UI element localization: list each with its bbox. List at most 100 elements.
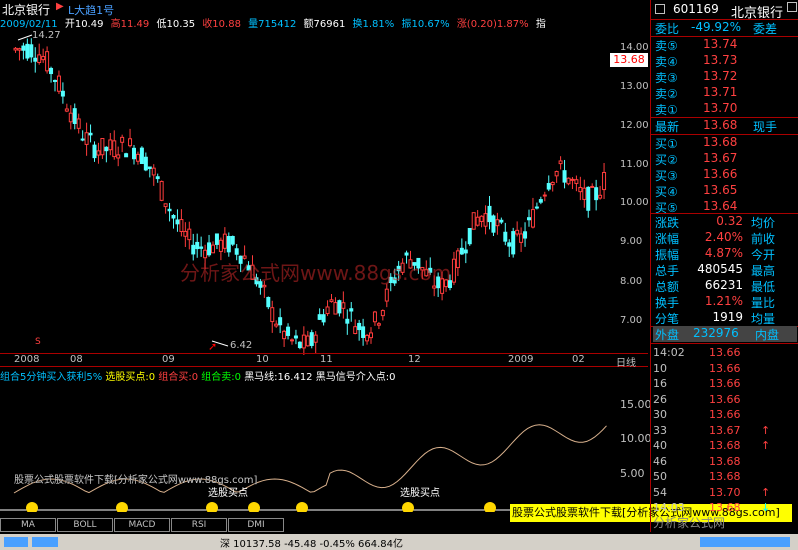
candle-body xyxy=(357,322,362,331)
status-indicator-1 xyxy=(4,537,28,547)
stat-tail: 均价 xyxy=(751,216,776,230)
candle-body xyxy=(598,194,603,199)
candle-body xyxy=(286,326,291,336)
candle-body xyxy=(467,228,472,245)
candle-body xyxy=(88,132,93,136)
smiley-icon xyxy=(26,502,38,512)
weibi-value: -49.92% xyxy=(691,20,742,34)
candle-body xyxy=(459,247,464,255)
candle-body xyxy=(313,334,318,343)
buy-row-label: 买③ xyxy=(655,169,678,183)
candle-body xyxy=(432,285,437,289)
sell-row: 卖④ 13.73 xyxy=(653,53,797,69)
header-volume: 量715412 xyxy=(248,19,297,30)
stat-row-value: 4.87% xyxy=(704,246,743,260)
candle-body xyxy=(523,231,528,239)
stat-row-label: 涨幅 xyxy=(655,232,680,246)
candle-body xyxy=(451,258,456,283)
high-marker-label: 14.27 xyxy=(32,30,61,41)
quote-box-icon[interactable] xyxy=(655,4,665,14)
candle-body xyxy=(120,136,125,143)
candle-body xyxy=(372,311,377,323)
candle-body xyxy=(191,244,196,255)
period-label[interactable]: 日线 xyxy=(616,354,636,369)
candle-body xyxy=(21,45,26,51)
buy-row: 买③ 13.66 xyxy=(653,167,797,183)
candle-body xyxy=(72,108,77,124)
candle-body xyxy=(455,250,460,269)
current-price-tag: 13.68 xyxy=(610,53,648,67)
latest-tail: 现手 xyxy=(753,120,778,134)
price-tick: 8.00 xyxy=(620,276,643,287)
candle-body xyxy=(341,302,346,309)
smiley-icon xyxy=(116,502,128,512)
candle-body xyxy=(550,181,555,186)
header-amount: 额76961 xyxy=(303,19,346,30)
candle-body xyxy=(345,318,350,324)
tab-macd[interactable]: MACD xyxy=(114,518,170,532)
tick-row: 26 13.66 xyxy=(653,392,741,406)
buy-row-value: 13.67 xyxy=(703,151,738,165)
candle-body xyxy=(297,341,302,349)
candle-body xyxy=(214,233,219,245)
indicator-tabs: MA BOLL MACD RSI DMI xyxy=(0,518,648,532)
stat-tail: 最低 xyxy=(751,280,776,294)
candle-body xyxy=(116,154,121,159)
stat-row-label: 换手 xyxy=(655,296,680,310)
tab-dmi[interactable]: DMI xyxy=(228,518,284,532)
candle-body xyxy=(479,215,484,222)
buy-row-value: 13.65 xyxy=(703,183,738,197)
candle-body xyxy=(195,241,200,250)
candle-body xyxy=(353,326,358,335)
candle-body xyxy=(112,140,117,158)
buy-row: 买② 13.67 xyxy=(653,151,797,167)
date-tick: 2009 xyxy=(508,354,534,365)
tab-ma[interactable]: MA xyxy=(0,518,56,532)
ohlc-header: 2009/02/11 开10.49 高11.49 低10.35 收10.88 量… xyxy=(0,15,608,30)
candle-body xyxy=(124,153,129,158)
candle-body xyxy=(321,314,326,323)
candle-body xyxy=(175,219,180,225)
sell-row-value: 13.71 xyxy=(703,85,738,99)
candle-body xyxy=(135,153,140,162)
candle-body xyxy=(155,176,160,180)
status-indicator-3 xyxy=(700,537,790,547)
candle-body xyxy=(183,230,188,237)
candle-body xyxy=(570,178,575,181)
stat-tail: 前收 xyxy=(751,232,776,246)
candlestick-chart[interactable]: 分析家公式网www.88gs.com 14.27 6.42 S ➚ xyxy=(0,30,608,355)
candle-body xyxy=(586,186,591,211)
indicator-chart[interactable]: 股票公式股票软件下载[分析家公式网www.88gs.com] 选股买点 选股买点 xyxy=(0,382,608,512)
stat-row: 振幅 4.87% 今开 xyxy=(653,246,797,262)
candle-body xyxy=(211,244,215,254)
candle-body xyxy=(384,288,389,302)
date-axis: 2008 08 09 10 11 12 2009 02 日线 xyxy=(0,353,648,369)
candle-body xyxy=(68,112,73,123)
tab-boll[interactable]: BOLL xyxy=(57,518,113,532)
candle-body xyxy=(542,194,547,197)
stat-tail: 最高 xyxy=(751,264,776,278)
candle-body xyxy=(527,217,531,221)
candle-body xyxy=(329,299,334,303)
candle-body xyxy=(558,160,563,165)
candles-group xyxy=(13,38,607,355)
candle-body xyxy=(515,229,520,235)
candle-body xyxy=(29,44,34,58)
smiley-icon xyxy=(484,502,496,512)
stat-row-label: 振幅 xyxy=(655,248,680,262)
candle-body xyxy=(179,219,184,233)
price-tick: 13.00 xyxy=(620,81,649,92)
candle-body xyxy=(104,146,109,152)
stat-row: 换手 1.21% 量比 xyxy=(653,294,797,310)
sell-row-label: 卖⑤ xyxy=(655,39,678,53)
stat-row: 涨跌 0.32 均价 xyxy=(653,214,797,230)
candle-body xyxy=(278,317,283,326)
chart-banner-1: 股票公式股票软件下载[分析家公式网www.88gs.com] xyxy=(14,473,258,486)
smiley-icon xyxy=(402,502,414,512)
tick-row: 16 13.66 xyxy=(653,377,741,390)
quote-toggle-icon[interactable] xyxy=(787,2,797,12)
indicator-flag-icon: ▶ xyxy=(56,1,64,12)
buy-row: 买① 13.68 xyxy=(653,135,797,151)
tab-rsi[interactable]: RSI xyxy=(171,518,227,532)
header-amplitude: 振10.67% xyxy=(401,19,450,30)
